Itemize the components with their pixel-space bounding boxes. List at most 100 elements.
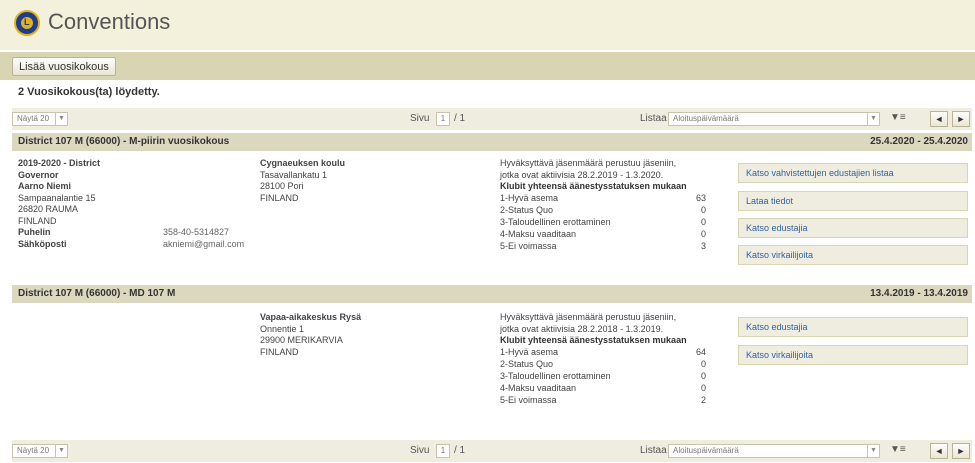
sort-select[interactable]: Aloituspäivämäärä ▼ bbox=[668, 444, 880, 458]
next-page-button[interactable]: ► bbox=[952, 111, 970, 127]
officer-role: 2019-2020 - District bbox=[18, 158, 101, 168]
view-delegates-button[interactable]: Katso edustajia bbox=[738, 317, 968, 337]
stat-label: 2-Status Quo bbox=[500, 204, 554, 215]
venue-name: Vapaa-aikakeskus Rysä bbox=[260, 312, 362, 322]
stat-value: 64 bbox=[695, 346, 706, 357]
page-size-select[interactable]: Näytä 20 ▼ bbox=[12, 444, 68, 458]
sort-direction-icon[interactable]: ▼≡ bbox=[890, 112, 906, 123]
stat-row: 4-Maksu vaaditaan 0 bbox=[500, 229, 706, 241]
officer-name: Aarno Niemi bbox=[18, 181, 72, 191]
page-label: Sivu bbox=[410, 113, 430, 124]
page-total: / 1 bbox=[454, 113, 466, 124]
stat-row: 1-Hyvä asema 64 bbox=[500, 347, 706, 359]
phone-value: 358-40-5314827 bbox=[163, 227, 230, 237]
pager-top: Näytä 20 ▼ Sivu 1 / 1 Listaa Aloituspäiv… bbox=[12, 108, 972, 130]
contact-column: 2019-2020 - District Governor Aarno Niem… bbox=[18, 158, 253, 251]
stat-label: 1-Hyvä asema bbox=[500, 192, 559, 203]
stat-label: 2-Status Quo bbox=[500, 358, 554, 369]
stat-value: 0 bbox=[700, 358, 706, 369]
stat-label: 5-Ei voimassa bbox=[500, 394, 557, 405]
stat-row: 3-Taloudellinen erottaminen 0 bbox=[500, 371, 706, 383]
stats-period: jotka ovat aktiivisia 28.2.2018 - 1.3.20… bbox=[500, 323, 664, 334]
download-button[interactable]: Lataa tiedot bbox=[738, 191, 968, 211]
sort-value: Aloituspäivämäärä bbox=[673, 114, 739, 123]
venue-column: Cygnaeuksen koulu Tasavallankatu 1 28100… bbox=[260, 158, 480, 204]
sort-select[interactable]: Aloituspäivämäärä ▼ bbox=[668, 112, 880, 126]
stats-column: Hyväksyttävä jäsenmäärä perustuu jäsenii… bbox=[500, 158, 712, 253]
stat-row: 2-Status Quo 0 bbox=[500, 359, 706, 371]
officer-city: 26820 RAUMA bbox=[18, 204, 79, 214]
page-title: Conventions bbox=[48, 9, 171, 34]
stat-label: 1-Hyvä asema bbox=[500, 346, 559, 357]
view-confirmed-delegates-button[interactable]: Katso vahvistettujen edustajien listaa bbox=[738, 163, 968, 183]
chevron-down-icon[interactable]: ▼ bbox=[867, 113, 879, 125]
officer-country: FINLAND bbox=[18, 215, 57, 226]
page-size-value: Näytä 20 bbox=[17, 446, 50, 455]
stats-period: jotka ovat aktiivisia 28.2.2019 - 1.3.20… bbox=[500, 169, 664, 180]
venue-address: Tasavallankatu 1 bbox=[260, 169, 328, 180]
stat-row: 5-Ei voimassa 3 bbox=[500, 241, 706, 253]
app-header: Conventions bbox=[0, 0, 975, 50]
stats-intro: Hyväksyttävä jäsenmäärä perustuu jäsenii… bbox=[500, 158, 677, 168]
stat-value: 63 bbox=[695, 192, 706, 203]
convention-dates: 13.4.2019 - 13.4.2019 bbox=[870, 288, 968, 299]
page-number-input[interactable]: 1 bbox=[436, 112, 450, 126]
lions-logo bbox=[14, 10, 40, 36]
toolbar: Lisää vuosikokous bbox=[0, 52, 975, 80]
page-size-select[interactable]: Näytä 20 ▼ bbox=[12, 112, 68, 126]
stat-label: 4-Maksu vaaditaan bbox=[500, 228, 577, 239]
view-officers-button[interactable]: Katso virkailijoita bbox=[738, 345, 968, 365]
stat-value: 0 bbox=[700, 204, 706, 215]
sort-direction-icon[interactable]: ▼≡ bbox=[890, 444, 906, 455]
phone-label: Puhelin bbox=[18, 227, 51, 237]
email-label: Sähköposti bbox=[18, 239, 67, 249]
stat-value: 3 bbox=[700, 240, 706, 251]
convention-dates: 25.4.2020 - 25.4.2020 bbox=[870, 136, 968, 147]
stat-value: 0 bbox=[700, 382, 706, 393]
prev-page-button[interactable]: ◄ bbox=[930, 111, 948, 127]
prev-page-button[interactable]: ◄ bbox=[930, 443, 948, 459]
officer-role-2: Governor bbox=[18, 169, 59, 180]
page-number-input[interactable]: 1 bbox=[436, 444, 450, 458]
stat-row: 5-Ei voimassa 2 bbox=[500, 395, 706, 407]
stat-row: 3-Taloudellinen erottaminen 0 bbox=[500, 217, 706, 229]
phone-row: Puhelin 358-40-5314827 bbox=[18, 227, 253, 239]
convention-header: District 107 M (66000) - M-piirin vuosik… bbox=[12, 133, 972, 151]
email-row: Sähköposti akniemi@gmail.com bbox=[18, 239, 253, 251]
stat-value: 0 bbox=[700, 216, 706, 227]
page-size-value: Näytä 20 bbox=[17, 114, 50, 123]
stat-row: 4-Maksu vaaditaan 0 bbox=[500, 383, 706, 395]
stats-intro: Hyväksyttävä jäsenmäärä perustuu jäsenii… bbox=[500, 312, 677, 322]
venue-name: Cygnaeuksen koulu bbox=[260, 158, 346, 168]
add-convention-button[interactable]: Lisää vuosikokous bbox=[12, 57, 116, 76]
results-count: 2 Vuosikokous(ta) löydetty. bbox=[18, 86, 160, 98]
pager-bottom: Näytä 20 ▼ Sivu 1 / 1 Listaa Aloituspäiv… bbox=[12, 440, 972, 462]
convention-title: District 107 M (66000) - MD 107 M bbox=[18, 288, 176, 299]
venue-city: 28100 Pori bbox=[260, 181, 304, 191]
venue-city: 29900 MERIKARVIA bbox=[260, 335, 343, 345]
view-officers-button[interactable]: Katso virkailijoita bbox=[738, 245, 968, 265]
stat-value: 0 bbox=[700, 370, 706, 381]
page-total: / 1 bbox=[454, 445, 466, 456]
page-label: Sivu bbox=[410, 445, 430, 456]
stat-row: 2-Status Quo 0 bbox=[500, 205, 706, 217]
officer-address: Sampaanalantie 15 bbox=[18, 192, 96, 203]
email-value[interactable]: akniemi@gmail.com bbox=[163, 239, 244, 251]
chevron-down-icon[interactable]: ▼ bbox=[867, 445, 879, 457]
venue-column: Vapaa-aikakeskus Rysä Onnentie 1 29900 M… bbox=[260, 312, 480, 358]
stat-label: 5-Ei voimassa bbox=[500, 240, 557, 251]
chevron-down-icon[interactable]: ▼ bbox=[55, 113, 67, 125]
chevron-down-icon[interactable]: ▼ bbox=[55, 445, 67, 457]
sort-value: Aloituspäivämäärä bbox=[673, 446, 739, 455]
stat-value: 0 bbox=[700, 228, 706, 239]
stat-label: 4-Maksu vaaditaan bbox=[500, 382, 577, 393]
stat-value: 2 bbox=[700, 394, 706, 405]
venue-address: Onnentie 1 bbox=[260, 323, 305, 334]
sort-label: Listaa bbox=[640, 113, 667, 124]
sort-label: Listaa bbox=[640, 445, 667, 456]
stats-heading: Klubit yhteensä äänestysstatuksen mukaan bbox=[500, 181, 687, 191]
stat-label: 3-Taloudellinen erottaminen bbox=[500, 370, 611, 381]
view-delegates-button[interactable]: Katso edustajia bbox=[738, 218, 968, 238]
next-page-button[interactable]: ► bbox=[952, 443, 970, 459]
convention-header: District 107 M (66000) - MD 107 M 13.4.2… bbox=[12, 285, 972, 303]
